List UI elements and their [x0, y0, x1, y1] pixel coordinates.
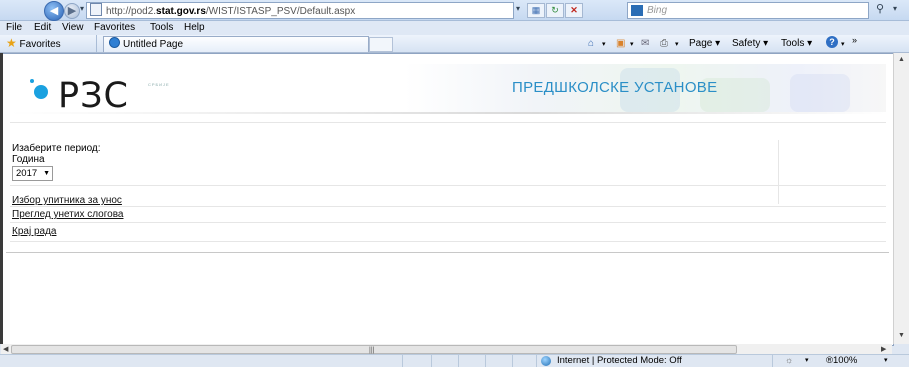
chevron-down-icon: ▼ [43, 170, 50, 177]
print-icon[interactable]: ⎙ [660, 38, 668, 49]
tab-title: Untitled Page [123, 39, 184, 50]
search-placeholder: Bing [647, 5, 668, 16]
logo-small-dot-icon [30, 79, 34, 83]
status-segment [431, 355, 432, 367]
home-icon[interactable]: ⌂ [588, 38, 594, 49]
horizontal-scroll-thumb[interactable]: ||| [11, 345, 737, 354]
status-dropdown[interactable]: ▾ [805, 356, 809, 364]
address-input[interactable]: http://pod2.stat.gov.rs/WIST/ISTASP_PSV/… [86, 2, 514, 19]
search-options-dropdown[interactable]: ▾ [893, 4, 897, 13]
horizontal-scrollbar[interactable]: ◀ ||| ▶ [1, 344, 892, 354]
address-dropdown[interactable]: ▾ [516, 4, 520, 13]
zoom-dropdown[interactable]: ▾ [884, 356, 888, 364]
tools-menu[interactable]: Tools ▾ [781, 38, 812, 49]
page-menu[interactable]: Page ▾ [689, 38, 720, 49]
security-zone-text[interactable]: Internet | Protected Mode: Off [557, 355, 682, 367]
ie-icon [109, 37, 120, 48]
menu-edit[interactable]: Edit [34, 22, 51, 33]
favorites-star-icon: ★ [6, 36, 17, 50]
feeds-dropdown[interactable]: ▾ [630, 40, 634, 48]
protected-mode-icon[interactable]: ☼ [785, 355, 793, 365]
status-segment [402, 355, 403, 367]
scroll-right-icon[interactable]: ▶ [881, 345, 886, 353]
window-left-edge [0, 53, 3, 344]
page-icon [90, 3, 102, 16]
compatibility-icon: ▦ [531, 5, 541, 15]
header-banner: РЗС СРБИЈЕ ПРЕДШКОЛСКЕ УСТАНОВЕ [10, 64, 886, 112]
compatibility-button[interactable]: ▦ [527, 3, 545, 18]
safety-menu[interactable]: Safety ▾ [732, 38, 768, 49]
period-label: Изаберите период: [12, 143, 101, 154]
chevron-more-icon[interactable]: » [852, 35, 857, 45]
status-segment [458, 355, 459, 367]
mail-icon[interactable]: ✉ [641, 38, 649, 49]
back-icon: ◀ [49, 5, 59, 17]
table-divider [778, 140, 779, 204]
grip-icon: ||| [369, 347, 375, 354]
status-segment [485, 355, 486, 367]
favorites-button[interactable]: ★ Favorites [6, 36, 61, 50]
stop-button[interactable]: ✕ [565, 3, 583, 18]
new-tab-button[interactable] [369, 37, 393, 52]
status-segment [536, 355, 537, 367]
tab-untitled-page[interactable]: Untitled Page [103, 36, 369, 52]
menu-help[interactable]: Help [184, 22, 205, 33]
row-divider [10, 122, 886, 123]
status-bar: Internet | Protected Mode: Off ☼ ▾ ®100%… [0, 354, 909, 367]
scroll-left-icon[interactable]: ◀ [3, 345, 8, 353]
refresh-button[interactable]: ↻ [546, 3, 564, 18]
menu-tools[interactable]: Tools [150, 22, 173, 33]
search-input[interactable]: Bing [627, 2, 869, 19]
scroll-up-icon[interactable]: ▲ [898, 56, 905, 63]
search-icon[interactable]: ⚲ [876, 2, 884, 15]
url-prefix: http://pod2. [106, 6, 157, 17]
forward-icon: ▶ [67, 5, 77, 17]
print-dropdown[interactable]: ▾ [675, 40, 679, 48]
banner-divider [10, 112, 886, 114]
menu-favorites[interactable]: Favorites [94, 22, 135, 33]
zoom-level[interactable]: ®100% [826, 355, 857, 367]
forward-button[interactable]: ▶ [64, 3, 80, 19]
page-title: ПРЕДШКОЛСКЕ УСТАНОВЕ [512, 79, 718, 96]
row-divider [10, 241, 886, 242]
url-domain: stat.gov.rs [156, 6, 206, 17]
favorites-bar: ★ Favorites Untitled Page ⌂ ▾ ▣ ▾ ✉ ⎙ ▾ … [0, 35, 909, 53]
row-divider [10, 222, 886, 223]
stop-icon: ✕ [570, 5, 578, 15]
url-path: /WIST/ISTASP_PSV/Default.aspx [205, 6, 356, 17]
refresh-icon: ↻ [551, 5, 559, 15]
page-viewport: РЗС СРБИЈЕ ПРЕДШКОЛСКЕ УСТАНОВЕ Изаберит… [1, 53, 894, 346]
globe-icon [541, 356, 551, 366]
content-bottom-border [6, 252, 889, 253]
year-label: Година [12, 154, 45, 165]
review-records-link[interactable]: Преглед унетих слогова [12, 209, 123, 220]
feeds-icon[interactable]: ▣ [616, 38, 625, 49]
end-work-link[interactable]: Крај рада [12, 226, 56, 237]
favorites-label: Favorites [19, 39, 61, 50]
status-segment [772, 355, 773, 367]
vertical-scrollbar[interactable]: ▲ ▼ [893, 53, 909, 344]
address-bar-row: ◀ ▶ ▾ http://pod2.stat.gov.rs/WIST/ISTAS… [0, 0, 909, 21]
divider [96, 35, 97, 52]
scroll-down-icon[interactable]: ▼ [898, 332, 905, 339]
row-divider [10, 185, 886, 186]
year-select[interactable]: 2017 ▼ [12, 166, 53, 181]
menu-file[interactable]: File [6, 22, 22, 33]
back-button[interactable]: ◀ [44, 1, 64, 21]
help-dropdown[interactable]: ▾ [841, 40, 845, 48]
year-value: 2017 [16, 168, 38, 179]
menu-view[interactable]: View [62, 22, 84, 33]
row-divider [10, 206, 886, 207]
logo-text: РЗС [58, 76, 129, 112]
status-segment [512, 355, 513, 367]
logo-dot-icon [34, 85, 48, 99]
home-dropdown[interactable]: ▾ [602, 40, 606, 48]
menu-bar: File Edit View Favorites Tools Help [0, 21, 909, 35]
recent-pages-dropdown[interactable]: ▾ [80, 4, 84, 13]
logo-subtext: СРБИЈЕ [148, 82, 170, 87]
questionnaire-select-link[interactable]: Избор упитника за унос [12, 195, 122, 206]
bing-icon [631, 5, 643, 16]
help-icon[interactable]: ? [826, 36, 838, 48]
